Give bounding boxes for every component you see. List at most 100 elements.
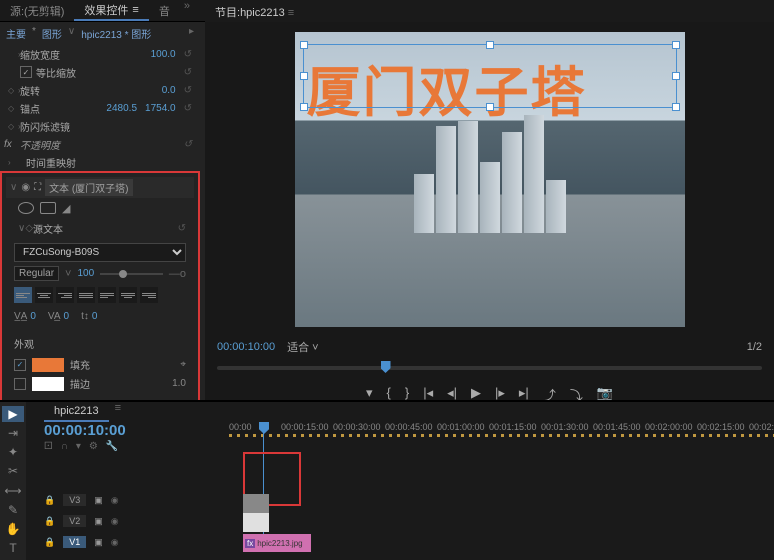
align-justify-last-right[interactable] bbox=[140, 287, 158, 303]
kerning-input[interactable]: VA̲0 bbox=[48, 311, 69, 322]
razor-tool[interactable]: ✂ bbox=[2, 463, 24, 479]
marker-icon[interactable]: ▾ bbox=[76, 441, 81, 452]
timeline-timecode[interactable]: 00:00:10:00 bbox=[44, 422, 229, 439]
link-icon[interactable]: ∩ bbox=[61, 441, 68, 452]
hand-tool[interactable]: ✋ bbox=[2, 521, 24, 537]
pen-mask-icon[interactable]: ◢ bbox=[62, 202, 70, 215]
playhead-icon: ▸ bbox=[189, 26, 194, 41]
track-v1-header[interactable]: 🔒V1▣◉ bbox=[44, 532, 229, 552]
ruler-tick: 00:00:15:00 bbox=[281, 422, 333, 432]
ruler-tick: 00:01:45:00 bbox=[593, 422, 645, 432]
prop-source-text[interactable]: ∨ ◇ 源文本 ↺ bbox=[6, 219, 194, 237]
mask-shapes: ◢ bbox=[6, 198, 194, 219]
timeline-tab[interactable]: hpic2213 bbox=[44, 402, 109, 422]
reset-icon[interactable]: ↺ bbox=[184, 67, 192, 78]
monitor-scrubber[interactable] bbox=[217, 361, 762, 375]
align-right-button[interactable] bbox=[56, 287, 74, 303]
toggle-output-icon[interactable]: ▣ bbox=[94, 537, 103, 548]
playhead-icon[interactable] bbox=[381, 361, 391, 373]
ruler-tick: 00:00 bbox=[229, 422, 281, 432]
font-weight-select[interactable]: Regular bbox=[14, 266, 59, 281]
text-spacing-row: V̲A̲0 VA̲0 t↕0 bbox=[14, 307, 186, 326]
visibility-icon[interactable]: ◉ bbox=[111, 495, 119, 506]
program-tab[interactable]: 节目:hpic2213 ≡ bbox=[205, 0, 304, 22]
visibility-icon[interactable]: ◉ bbox=[111, 516, 119, 527]
timeline-lanes[interactable]: fxhpic2213.jpg bbox=[229, 456, 774, 560]
toolbar: ▶ ⇥ ✦ ✂ ⟷ ✎ ✋ T bbox=[0, 402, 26, 560]
slip-tool[interactable]: ⟷ bbox=[2, 483, 24, 499]
track-v3-header[interactable]: 🔒V3▣◉ bbox=[44, 490, 229, 510]
align-justify-button[interactable] bbox=[77, 287, 95, 303]
fill-row[interactable]: ✓ 填充 ⌖ bbox=[14, 355, 186, 374]
settings-icon[interactable]: ⚙ bbox=[89, 441, 98, 452]
selection-tool[interactable]: ▶ bbox=[2, 406, 24, 422]
toggle-output-icon[interactable]: ▣ bbox=[94, 495, 103, 506]
prop-time-remap[interactable]: › 时间重映射 bbox=[0, 153, 200, 171]
ruler-tick: 00:01:00:00 bbox=[437, 422, 489, 432]
fill-color-swatch[interactable] bbox=[32, 358, 64, 372]
reset-icon[interactable]: ↺ bbox=[184, 103, 192, 114]
ellipse-mask-icon[interactable] bbox=[18, 202, 34, 214]
fill-checkbox[interactable]: ✓ bbox=[14, 359, 26, 371]
visibility-icon[interactable]: ◉ bbox=[21, 182, 30, 193]
checkbox-icon[interactable]: ✓ bbox=[20, 66, 32, 78]
lock-icon[interactable]: 🔒 bbox=[44, 495, 55, 506]
reset-icon[interactable]: ↺ bbox=[178, 223, 186, 234]
stroke-color-swatch[interactable] bbox=[32, 377, 64, 391]
visibility-icon[interactable]: ◉ bbox=[111, 537, 119, 548]
ripple-tool[interactable]: ✦ bbox=[2, 444, 24, 460]
align-center-button[interactable] bbox=[35, 287, 53, 303]
ruler-tick: 00:00:30:00 bbox=[333, 422, 385, 432]
stroke-row[interactable]: 描边 1.0 bbox=[14, 374, 186, 393]
transform-icon: ⛶ bbox=[34, 182, 41, 193]
panel-overflow-icon[interactable]: » bbox=[184, 0, 190, 21]
timeline-playhead[interactable] bbox=[259, 422, 269, 434]
program-monitor[interactable]: 厦门双子塔 bbox=[295, 32, 685, 327]
snap-icon[interactable]: ⚀ bbox=[44, 441, 53, 452]
baseline-input[interactable]: t↕0 bbox=[81, 311, 97, 322]
align-justify-last-center[interactable] bbox=[119, 287, 137, 303]
reset-icon[interactable]: ↺ bbox=[184, 49, 192, 60]
tab-label: 效果控件 bbox=[84, 2, 128, 18]
eyedropper-icon[interactable]: ⌖ bbox=[180, 359, 186, 370]
lock-icon[interactable]: 🔒 bbox=[44, 537, 55, 548]
fit-dropdown[interactable]: 适合 ˅ bbox=[287, 339, 318, 355]
resolution-dropdown[interactable]: 1/2 bbox=[747, 341, 762, 353]
reset-icon[interactable]: ↺ bbox=[184, 85, 192, 96]
prop-opacity[interactable]: fx 不透明度 ↺ bbox=[0, 135, 200, 153]
pen-tool[interactable]: ✎ bbox=[2, 502, 24, 518]
graphics-clip[interactable] bbox=[243, 494, 269, 532]
keyframe-icon[interactable]: ◇ bbox=[25, 223, 33, 234]
prop-uniform-scale[interactable]: ✓ 等比缩放 ↺ bbox=[0, 63, 200, 81]
font-family-select[interactable]: FZCuSong-B09S bbox=[14, 243, 186, 262]
text-selection-box[interactable] bbox=[303, 44, 677, 108]
wrench-icon[interactable]: 🔧 bbox=[106, 441, 118, 452]
prop-anchor[interactable]: ◇ 锚点 2480.5 1754.0 ↺ bbox=[0, 99, 200, 117]
tab-effect-controls[interactable]: 效果控件 ≡ bbox=[74, 0, 148, 21]
monitor-timecode[interactable]: 00:00:10:00 bbox=[217, 341, 275, 353]
lock-icon[interactable]: 🔒 bbox=[44, 516, 55, 527]
hamburger-icon[interactable]: ≡ bbox=[288, 7, 294, 19]
tracking-input[interactable]: V̲A̲0 bbox=[14, 311, 36, 322]
track-select-tool[interactable]: ⇥ bbox=[2, 425, 24, 441]
hamburger-icon[interactable]: ≡ bbox=[132, 4, 138, 16]
rect-mask-icon[interactable] bbox=[40, 202, 56, 214]
text-layer-header[interactable]: ∨ ◉ ⛶ 文本 (厦门双子塔) bbox=[6, 177, 194, 198]
tab-audio[interactable]: 音 bbox=[149, 0, 180, 21]
align-left-button[interactable] bbox=[14, 287, 32, 303]
hamburger-icon[interactable]: ≡ bbox=[115, 402, 121, 422]
prop-anti-flicker[interactable]: ◇› 防闪烁滤镜 bbox=[0, 117, 200, 135]
font-size-slider[interactable] bbox=[100, 273, 163, 275]
prop-rotation[interactable]: ◇› 旋转 0.0 ↺ bbox=[0, 81, 200, 99]
font-size-value[interactable]: 100 bbox=[77, 268, 94, 279]
reset-icon[interactable]: ↺ bbox=[184, 139, 192, 150]
video-clip[interactable]: fxhpic2213.jpg bbox=[243, 534, 311, 552]
toggle-output-icon[interactable]: ▣ bbox=[94, 516, 103, 527]
stroke-checkbox[interactable] bbox=[14, 378, 26, 390]
time-ruler[interactable]: 00:0000:00:15:0000:00:30:0000:00:45:0000… bbox=[229, 422, 774, 456]
type-tool[interactable]: T bbox=[2, 540, 24, 556]
tab-source[interactable]: 源:(无剪辑) bbox=[0, 0, 74, 21]
track-v2-header[interactable]: 🔒V2▣◉ bbox=[44, 511, 229, 531]
prop-scale-width[interactable]: › 缩放宽度 100.0 ↺ bbox=[0, 45, 200, 63]
align-justify-last-left[interactable] bbox=[98, 287, 116, 303]
